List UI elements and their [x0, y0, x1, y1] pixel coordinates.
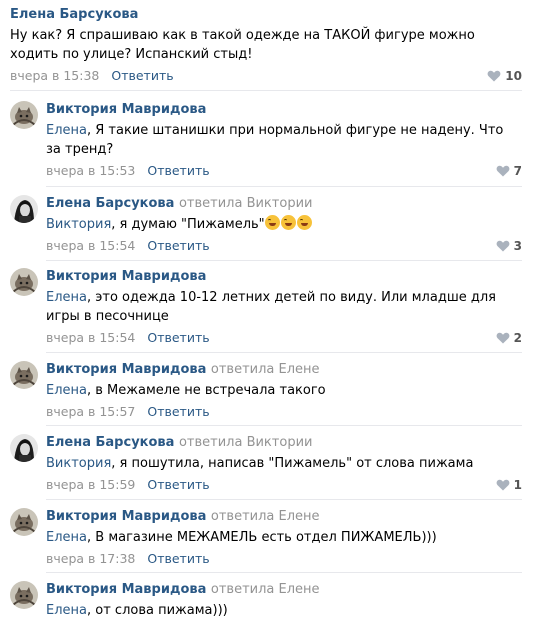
comment-text: Елена, Я такие штанишки при нормальной ф… [46, 121, 522, 159]
avatar[interactable] [10, 508, 38, 536]
heart-icon [496, 332, 510, 344]
comment-author[interactable]: Виктория Мавридова ответила Елене [46, 508, 522, 525]
comment-time[interactable]: вчера в 15:54 [46, 330, 135, 345]
reply-button[interactable]: Ответить [147, 330, 209, 345]
like-count: 7 [513, 164, 522, 178]
divider [46, 572, 522, 573]
comment-body: , я пошутила, написав "Пижамель" от слов… [111, 456, 474, 471]
comment-body: , это одежда 10-12 летних детей по виду.… [46, 290, 496, 324]
like-count: 2 [513, 331, 522, 345]
comment-body: , я думаю "Пижамель" [111, 217, 265, 232]
comment-meta: вчера в 15:38 Ответить 10 [10, 68, 522, 84]
comment-text: Виктория, я думаю "Пижамель" [46, 215, 522, 234]
mention-link[interactable]: Елена [46, 123, 87, 138]
comment-time[interactable]: вчера в 15:59 [46, 477, 135, 492]
like-count: 3 [513, 239, 522, 253]
comment-text: Елена, от слова пижама))) [46, 601, 522, 620]
reply-button[interactable]: Ответить [147, 238, 209, 253]
divider [10, 90, 522, 91]
comment-body: , В магазине МЕЖАМЕЛЬ есть отдел ПИЖАМЕЛ… [87, 530, 437, 545]
reply-button[interactable]: Ответить [111, 68, 173, 83]
like-button[interactable]: 1 [496, 477, 522, 493]
comment-text: Ну как? Я спрашиваю как в такой одежде н… [10, 28, 475, 62]
replied-to[interactable]: ответила Виктории [179, 196, 313, 211]
comment-meta: вчера в 15:54 Ответить 2 [46, 330, 522, 346]
heart-icon [496, 240, 510, 252]
avatar[interactable] [10, 195, 38, 223]
comment-meta: вчера в 17:38 Ответить [46, 551, 522, 567]
author-name[interactable]: Виктория Мавридова [46, 509, 206, 524]
heart-icon [487, 70, 501, 82]
comment-meta: вчера в 15:59 Ответить 1 [46, 477, 522, 493]
reply-button[interactable]: Ответить [147, 477, 209, 492]
rofl-emoji [264, 215, 280, 230]
comment-author[interactable]: Елена Барсукова [10, 6, 522, 23]
comment-author[interactable]: Елена Барсукова ответила Виктории [46, 434, 522, 451]
rofl-emoji [296, 215, 312, 230]
like-count: 1 [513, 478, 522, 492]
mention-link[interactable]: Елена [46, 603, 87, 618]
replied-to[interactable]: ответила Виктории [179, 435, 313, 450]
comment-body: , Я такие штанишки при нормальной фигуре… [46, 123, 504, 157]
divider [46, 352, 522, 353]
like-button[interactable]: 10 [487, 68, 522, 84]
comment-author[interactable]: Виктория Мавридова ответила Елене [46, 361, 522, 378]
replied-to[interactable]: ответила Елене [211, 362, 320, 377]
author-name[interactable]: Виктория Мавридова [46, 582, 206, 597]
like-count: 10 [505, 69, 522, 83]
comment-meta: вчера в 15:54 Ответить 3 [46, 238, 522, 254]
replied-to[interactable]: ответила Елене [211, 509, 320, 524]
divider [46, 260, 522, 261]
comment-time[interactable]: вчера в 15:57 [46, 404, 135, 419]
divider [46, 186, 522, 187]
reply-button[interactable]: Ответить [147, 163, 209, 178]
comment-author[interactable]: Елена Барсукова ответила Виктории [46, 195, 522, 212]
avatar[interactable] [10, 434, 38, 462]
avatar[interactable] [10, 268, 38, 296]
divider [46, 425, 522, 426]
comment-text: Елена, в Межамеле не встречала такого [46, 381, 522, 400]
like-button[interactable]: 3 [496, 238, 522, 254]
author-name[interactable]: Виктория Мавридова [46, 362, 206, 377]
mention-link[interactable]: Елена [46, 530, 87, 545]
like-button[interactable]: 7 [496, 163, 522, 179]
comment-meta: вчера в 15:57 Ответить [46, 404, 522, 420]
comment-text: Виктория, я пошутила, написав "Пижамель"… [46, 454, 522, 473]
divider [46, 499, 522, 500]
author-name[interactable]: Елена Барсукова [46, 196, 174, 211]
replied-to[interactable]: ответила Елене [211, 582, 320, 597]
comment-body: , в Межамеле не встречала такого [87, 383, 326, 398]
comment-author[interactable]: Виктория Мавридова ответила Елене [46, 581, 522, 598]
reply-button[interactable]: Ответить [147, 551, 209, 566]
comment-time[interactable]: вчера в 15:38 [10, 68, 99, 83]
comment-time[interactable]: вчера в 15:53 [46, 163, 135, 178]
heart-icon [496, 479, 510, 491]
avatar[interactable] [10, 361, 38, 389]
avatar[interactable] [10, 581, 38, 609]
mention-link[interactable]: Елена [46, 383, 87, 398]
comment-top: Елена Барсукова Ну как? Я спрашиваю как … [10, 6, 522, 84]
comment-author[interactable]: Виктория Мавридова [46, 101, 522, 118]
comment-time[interactable]: вчера в 15:54 [46, 238, 135, 253]
mention-link[interactable]: Виктория [46, 456, 111, 471]
rofl-emoji [280, 215, 296, 230]
author-name[interactable]: Елена Барсукова [46, 435, 174, 450]
comment-author[interactable]: Виктория Мавридова [46, 268, 522, 285]
comment-body: , от слова пижама))) [87, 603, 228, 618]
comment-meta: вчера в 15:53 Ответить 7 [46, 163, 522, 179]
mention-link[interactable]: Елена [46, 290, 87, 305]
comment-text: Елена, В магазине МЕЖАМЕЛЬ есть отдел ПИ… [46, 528, 522, 547]
avatar[interactable] [10, 101, 38, 129]
like-button[interactable]: 2 [496, 330, 522, 346]
heart-icon [496, 165, 510, 177]
mention-link[interactable]: Виктория [46, 217, 111, 232]
comment-time[interactable]: вчера в 17:38 [46, 551, 135, 566]
reply-button[interactable]: Ответить [147, 404, 209, 419]
comment-text: Елена, это одежда 10-12 летних детей по … [46, 288, 522, 326]
